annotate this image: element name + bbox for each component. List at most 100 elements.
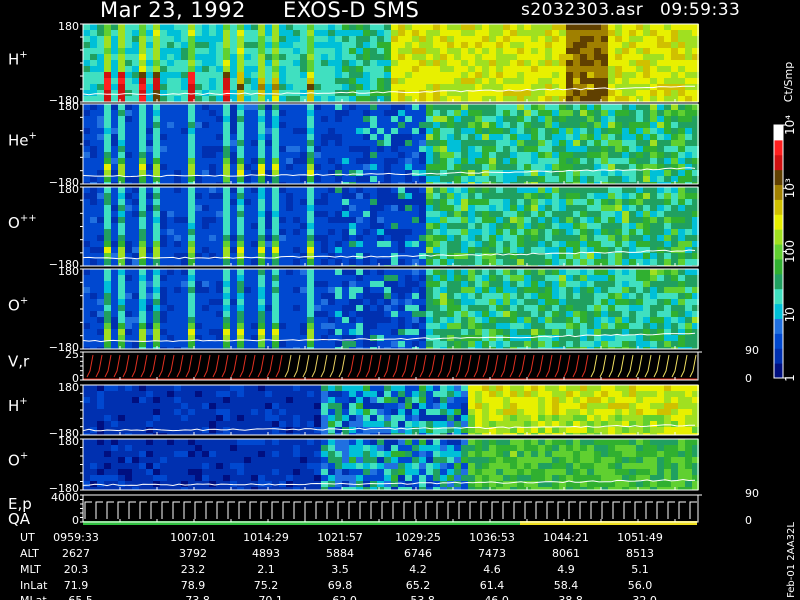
heatmap-cell: [622, 30, 629, 36]
heatmap-cell: [412, 84, 419, 90]
heatmap-cell: [601, 140, 608, 146]
heatmap-cell: [496, 30, 503, 36]
heatmap-cell: [202, 241, 209, 247]
heatmap-cell: [314, 217, 321, 223]
heatmap-cell: [251, 116, 258, 122]
heatmap-cell: [671, 110, 678, 116]
heatmap-cell: [524, 211, 531, 217]
heatmap-cell: [223, 176, 230, 182]
heatmap-cell: [146, 293, 153, 299]
heatmap-cell: [139, 66, 146, 72]
heatmap-cell: [251, 48, 258, 54]
heatmap-cell: [216, 205, 223, 211]
heatmap-cell: [440, 217, 447, 223]
heatmap-cell: [489, 281, 496, 287]
heatmap-cell: [678, 110, 685, 116]
heatmap-cell: [83, 269, 90, 275]
heatmap-cell: [195, 96, 202, 102]
heatmap-cell: [216, 317, 223, 323]
heatmap-cell: [461, 311, 468, 317]
heatmap-cell: [482, 96, 489, 102]
heatmap-cell: [678, 128, 685, 134]
heatmap-cell: [223, 259, 230, 265]
heatmap-cell: [608, 146, 615, 152]
heatmap-cell: [314, 134, 321, 140]
heatmap-cell: [314, 66, 321, 72]
heatmap-cell: [83, 24, 90, 30]
heatmap-cell: [328, 164, 335, 170]
heatmap-cell: [608, 158, 615, 164]
heatmap-cell: [244, 116, 251, 122]
heatmap-cell: [118, 90, 125, 96]
heatmap-cell: [125, 164, 132, 170]
heatmap-cell: [300, 140, 307, 146]
heatmap-cell: [104, 24, 111, 30]
heatmap-cell: [503, 152, 510, 158]
heatmap-cell: [440, 146, 447, 152]
heatmap-cell: [482, 104, 489, 110]
heatmap-cell: [279, 36, 286, 42]
heatmap-cell: [622, 341, 629, 347]
heatmap-cell: [237, 158, 244, 164]
heatmap-cell: [545, 134, 552, 140]
heatmap-cell: [90, 90, 97, 96]
heatmap-cell: [132, 128, 139, 134]
heatmap-cell: [279, 72, 286, 78]
heatmap-cell: [538, 146, 545, 152]
heatmap-cell: [111, 42, 118, 48]
heatmap-cell: [342, 259, 349, 265]
heatmap-cell: [363, 199, 370, 205]
heatmap-cell: [279, 24, 286, 30]
heatmap-cell: [447, 84, 454, 90]
heatmap-cell: [643, 158, 650, 164]
heatmap-cell: [636, 90, 643, 96]
heatmap-cell: [545, 259, 552, 265]
heatmap-cell: [461, 235, 468, 241]
heatmap-cell: [153, 158, 160, 164]
heatmap-cell: [580, 90, 587, 96]
heatmap-cell: [552, 311, 559, 317]
heatmap-cell: [601, 110, 608, 116]
heatmap-cell: [377, 122, 384, 128]
heatmap-cell: [251, 140, 258, 146]
heatmap-cell: [559, 329, 566, 335]
heatmap-cell: [104, 235, 111, 241]
heatmap-cell: [167, 42, 174, 48]
heatmap-cell: [300, 30, 307, 36]
heatmap-cell: [265, 193, 272, 199]
heatmap-cell: [202, 78, 209, 84]
heatmap-cell: [664, 211, 671, 217]
heatmap-cell: [545, 36, 552, 42]
heatmap-cell: [552, 146, 559, 152]
heatmap-cell: [146, 146, 153, 152]
heatmap-cell: [489, 66, 496, 72]
heatmap-cell: [356, 223, 363, 229]
heatmap-cell: [405, 193, 412, 199]
heatmap-cell: [146, 30, 153, 36]
heatmap-cell: [517, 96, 524, 102]
heatmap-cell: [104, 329, 111, 335]
heatmap-cell: [552, 78, 559, 84]
heatmap-cell: [440, 187, 447, 193]
panel-label-sup: +: [19, 50, 27, 61]
heatmap-cell: [111, 217, 118, 223]
heatmap-cell: [104, 84, 111, 90]
heatmap-cell: [104, 110, 111, 116]
heatmap-cell: [573, 299, 580, 305]
heatmap-cell: [454, 146, 461, 152]
heatmap-cell: [573, 90, 580, 96]
heatmap-cell: [671, 281, 678, 287]
heatmap-cell: [265, 317, 272, 323]
heatmap-cell: [531, 229, 538, 235]
heatmap-cell: [181, 241, 188, 247]
heatmap-cell: [202, 305, 209, 311]
heatmap-cell: [118, 158, 125, 164]
heatmap-cell: [83, 146, 90, 152]
heatmap-cell: [293, 199, 300, 205]
heatmap-cell: [538, 164, 545, 170]
heatmap-cell: [363, 164, 370, 170]
heatmap-cell: [181, 42, 188, 48]
heatmap-cell: [426, 30, 433, 36]
heatmap-cell: [377, 164, 384, 170]
heatmap-cell: [468, 36, 475, 42]
